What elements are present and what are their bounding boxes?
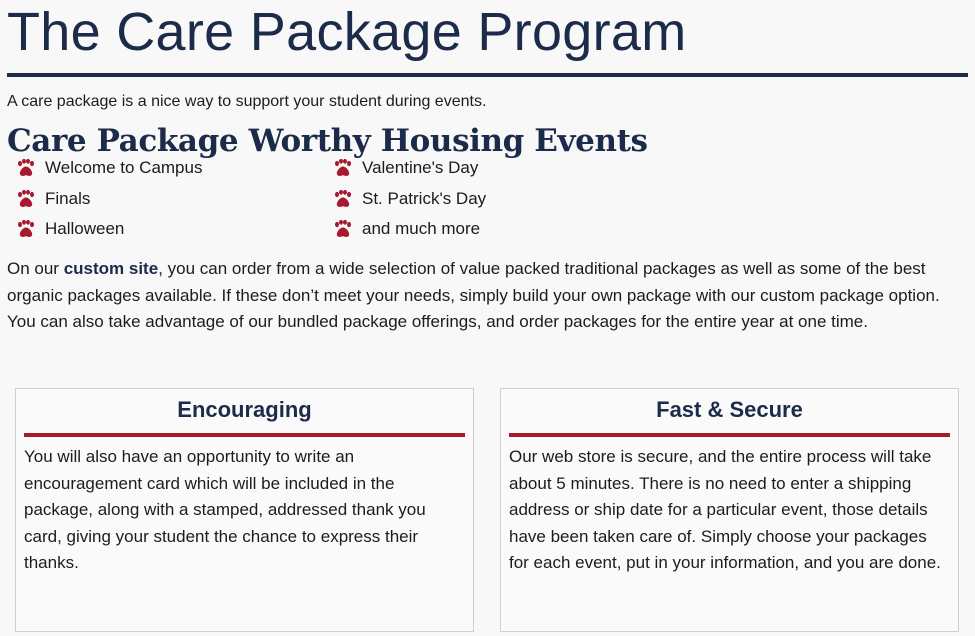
page-content: The Care Package Program A care package … — [7, 0, 968, 336]
event-label: Welcome to Campus — [45, 158, 203, 177]
event-label: Finals — [45, 189, 91, 208]
paw-icon — [335, 159, 351, 176]
event-item: Halloween — [16, 214, 124, 244]
card-text: Our web store is secure, and the entire … — [509, 447, 941, 572]
event-item: and much more — [333, 214, 480, 244]
intro-text: A care package is a nice way to support … — [7, 93, 487, 110]
paw-icon — [18, 159, 34, 176]
paw-icon — [335, 220, 351, 237]
card-title: Fast & Secure — [656, 397, 803, 422]
title-divider — [7, 73, 968, 77]
event-item: Valentine's Day — [333, 153, 478, 183]
page-title: The Care Package Program — [7, 2, 687, 62]
description-prefix: On our — [7, 259, 64, 278]
card-text: You will also have an opportunity to wri… — [24, 447, 426, 572]
event-item: Welcome to Campus — [16, 153, 202, 183]
event-label: and much more — [362, 219, 481, 238]
encouraging-card: Encouraging You will also have an opport… — [15, 388, 474, 632]
event-label: Halloween — [45, 219, 125, 238]
paw-icon — [18, 220, 34, 237]
paw-icon — [18, 190, 34, 207]
fast-secure-card: Fast & Secure Our web store is secure, a… — [500, 388, 959, 632]
event-label: St. Patrick's Day — [362, 189, 487, 208]
event-label: Valentine's Day — [362, 158, 479, 177]
event-item: Finals — [16, 184, 90, 214]
card-title: Encouraging — [177, 397, 312, 422]
custom-site-link[interactable]: custom site — [64, 259, 158, 278]
description-paragraph: On our custom site, you can order from a… — [7, 256, 968, 336]
paw-icon — [335, 190, 351, 207]
events-list: Welcome to Campus Finals Halloween Valen… — [7, 158, 968, 254]
event-item: St. Patrick's Day — [333, 184, 486, 214]
